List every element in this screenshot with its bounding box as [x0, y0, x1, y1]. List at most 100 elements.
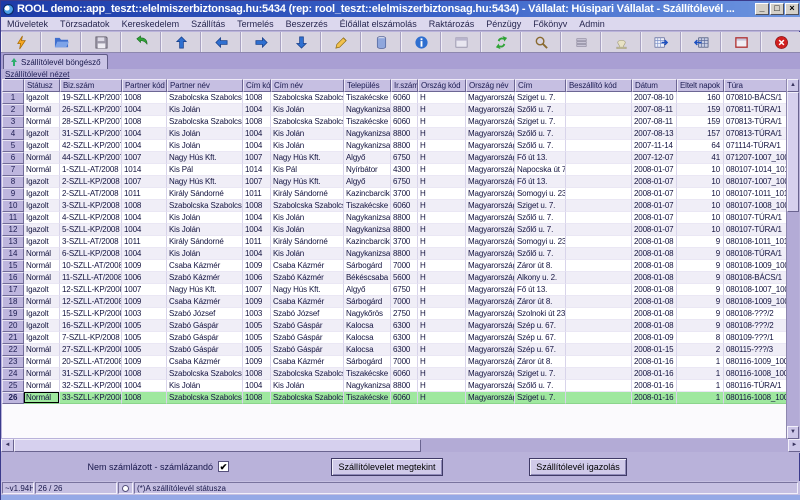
cell-partner-n-v[interactable]: Szabó Gáspár [167, 344, 243, 356]
cell-partner-n-v[interactable]: Kis Jolán [167, 128, 243, 140]
vertical-scrollbar[interactable]: ▲ ▼ [786, 79, 799, 439]
cell-st-tusz[interactable]: Normál [24, 116, 60, 128]
table-row[interactable]: 14Normál6-SZLL-KP/20081004Kis Jolán1004K… [2, 248, 788, 260]
row-number[interactable]: 10 [2, 200, 24, 212]
cell-c-m[interactable]: Szőlő u. 7. [515, 140, 566, 152]
cell-orsz-g-k-d[interactable]: H [418, 188, 466, 200]
cell-t-ra[interactable]: 080108-1009_1009_CSABA KÁZ [724, 260, 788, 272]
cell-d-tum[interactable]: 2008-01-16 [632, 392, 677, 404]
menu-rakt-roz-s[interactable]: Raktározás [423, 19, 481, 29]
cell-telep-l-s[interactable]: Nagykanizsa [344, 104, 391, 116]
cell-t-ra[interactable]: 080107-1014_1014_KIS PÁL/1 [724, 164, 788, 176]
cell-c-m[interactable]: Szőlő u. 7. [515, 248, 566, 260]
cell-partner-k-d[interactable]: 1007 [122, 176, 167, 188]
cell-eltelt-napok[interactable]: 9 [677, 260, 724, 272]
cell-biz-sz-m[interactable]: 3-SZLL-KP/2008 [60, 200, 122, 212]
cell-st-tusz[interactable]: Igazolt [24, 188, 60, 200]
cell-c-m[interactable]: Záror út 8. [515, 260, 566, 272]
cell-st-tusz[interactable]: Normál [24, 344, 60, 356]
cell-telep-l-s[interactable]: Nagykanizsa [344, 380, 391, 392]
cell-c-m[interactable]: Fő út 13. [515, 284, 566, 296]
row-number[interactable]: 18 [2, 296, 24, 308]
cell-c-m[interactable]: Sziget u. 7. [515, 200, 566, 212]
row-number[interactable]: 3 [2, 116, 24, 128]
cell-ir-sz-m[interactable]: 6060 [391, 392, 418, 404]
cell-telep-l-s[interactable]: Kazincbarcika [344, 188, 391, 200]
table-row[interactable]: 19Igazolt15-SZLL-KP/20081003Szabó József… [2, 308, 788, 320]
cell-c-m[interactable]: Szőlő u. 7. [515, 212, 566, 224]
cell-st-tusz[interactable]: Normál [24, 164, 60, 176]
cell-c-m[interactable]: Szép u. 67. [515, 344, 566, 356]
cell-partner-k-d[interactable]: 1008 [122, 368, 167, 380]
cell-ir-sz-m[interactable]: 7000 [391, 296, 418, 308]
radio-icon[interactable] [122, 485, 129, 492]
cell-c-m[interactable]: Alkony u. 2. [515, 272, 566, 284]
cell-c-m-k-d[interactable]: 1005 [243, 320, 271, 332]
cell-telep-l-s[interactable]: Algyő [344, 284, 391, 296]
vertical-scroll-thumb[interactable] [787, 92, 799, 212]
form-window-icon[interactable] [441, 32, 481, 52]
cell-orsz-g-n-v[interactable]: Magyarország [466, 344, 515, 356]
cell-c-m-k-d[interactable]: 1004 [243, 140, 271, 152]
table-row[interactable]: 5Igazolt42-SZLL-KP/20071004Kis Jolán1004… [2, 140, 788, 152]
cell-st-tusz[interactable]: Normál [24, 152, 60, 164]
cell-biz-sz-m[interactable]: 1-SZLL-AT/2008 [60, 164, 122, 176]
cell-eltelt-napok[interactable]: 10 [677, 176, 724, 188]
cell-partner-n-v[interactable]: Szabolcska Szabolcs [167, 368, 243, 380]
cell-st-tusz[interactable]: Normál [24, 392, 60, 404]
row-number[interactable]: 19 [2, 308, 24, 320]
row-number[interactable]: 14 [2, 248, 24, 260]
cell-eltelt-napok[interactable]: 9 [677, 308, 724, 320]
cell-orsz-g-k-d[interactable]: H [418, 344, 466, 356]
cell-st-tusz[interactable]: Igazolt [24, 128, 60, 140]
cell-telep-l-s[interactable]: Nagykőrös [344, 308, 391, 320]
exit-icon[interactable] [761, 32, 800, 52]
cell-partner-k-d[interactable]: 1011 [122, 188, 167, 200]
cell-telep-l-s[interactable]: Sárbogárd [344, 260, 391, 272]
cell-c-m-n-v[interactable]: Kis Jolán [271, 224, 344, 236]
cell-t-ra[interactable]: 080108-???/2 [724, 308, 788, 320]
column-header-st-tusz[interactable]: Státusz [24, 79, 60, 92]
table-export-icon[interactable] [641, 32, 681, 52]
cell-besz-ll-t-k-d[interactable] [566, 200, 632, 212]
cell-c-m-n-v[interactable]: Szabolcska Szabolcs [271, 392, 344, 404]
cell-c-m-k-d[interactable]: 1008 [243, 200, 271, 212]
cell-c-m-n-v[interactable]: Szabolcska Szabolcs [271, 92, 344, 104]
cell-partner-n-v[interactable]: Kis Jolán [167, 248, 243, 260]
cell-d-tum[interactable]: 2007-08-11 [632, 116, 677, 128]
cell-t-ra[interactable]: 071207-1007_1007_NAGY HÚS [724, 152, 788, 164]
menu-admin[interactable]: Admin [573, 19, 611, 29]
cell-ir-sz-m[interactable]: 6060 [391, 200, 418, 212]
cell-ir-sz-m[interactable]: 6060 [391, 368, 418, 380]
cell-partner-n-v[interactable]: Kis Pál [167, 164, 243, 176]
cell-orsz-g-k-d[interactable]: H [418, 392, 466, 404]
cell-eltelt-napok[interactable]: 10 [677, 212, 724, 224]
cell-t-ra[interactable]: 070813-TÚRA/1 [724, 116, 788, 128]
horizontal-scroll-thumb[interactable] [14, 439, 421, 452]
cell-t-ra[interactable]: 070811-TÚRA/1 [724, 104, 788, 116]
database-icon[interactable] [361, 32, 401, 52]
cell-d-tum[interactable]: 2007-08-13 [632, 128, 677, 140]
cell-orsz-g-n-v[interactable]: Magyarország [466, 188, 515, 200]
cell-orsz-g-n-v[interactable]: Magyarország [466, 272, 515, 284]
cell-orsz-g-k-d[interactable]: H [418, 224, 466, 236]
cell-c-m[interactable]: Záror út 8. [515, 296, 566, 308]
column-header-besz-ll-t-k-d[interactable]: Beszállító kód [566, 79, 632, 92]
cell-ir-sz-m[interactable]: 4300 [391, 164, 418, 176]
cell-biz-sz-m[interactable]: 11-SZLL-AT/2008 [60, 272, 122, 284]
cell-orsz-g-k-d[interactable]: H [418, 380, 466, 392]
cell-besz-ll-t-k-d[interactable] [566, 308, 632, 320]
cell-d-tum[interactable]: 2008-01-08 [632, 236, 677, 248]
cell-eltelt-napok[interactable]: 10 [677, 188, 724, 200]
cell-st-tusz[interactable]: Normál [24, 356, 60, 368]
cell-st-tusz[interactable]: Normál [24, 380, 60, 392]
cell-partner-n-v[interactable]: Nagy Hús Kft. [167, 176, 243, 188]
cell-orsz-g-n-v[interactable]: Magyarország [466, 92, 515, 104]
cell-partner-n-v[interactable]: Kis Jolán [167, 140, 243, 152]
cell-besz-ll-t-k-d[interactable] [566, 272, 632, 284]
cell-partner-k-d[interactable]: 1006 [122, 272, 167, 284]
cell-c-m-n-v[interactable]: Csaba Kázmér [271, 356, 344, 368]
scroll-left-icon[interactable]: ◄ [1, 439, 14, 452]
cell-besz-ll-t-k-d[interactable] [566, 212, 632, 224]
row-number[interactable]: 1 [2, 92, 24, 104]
